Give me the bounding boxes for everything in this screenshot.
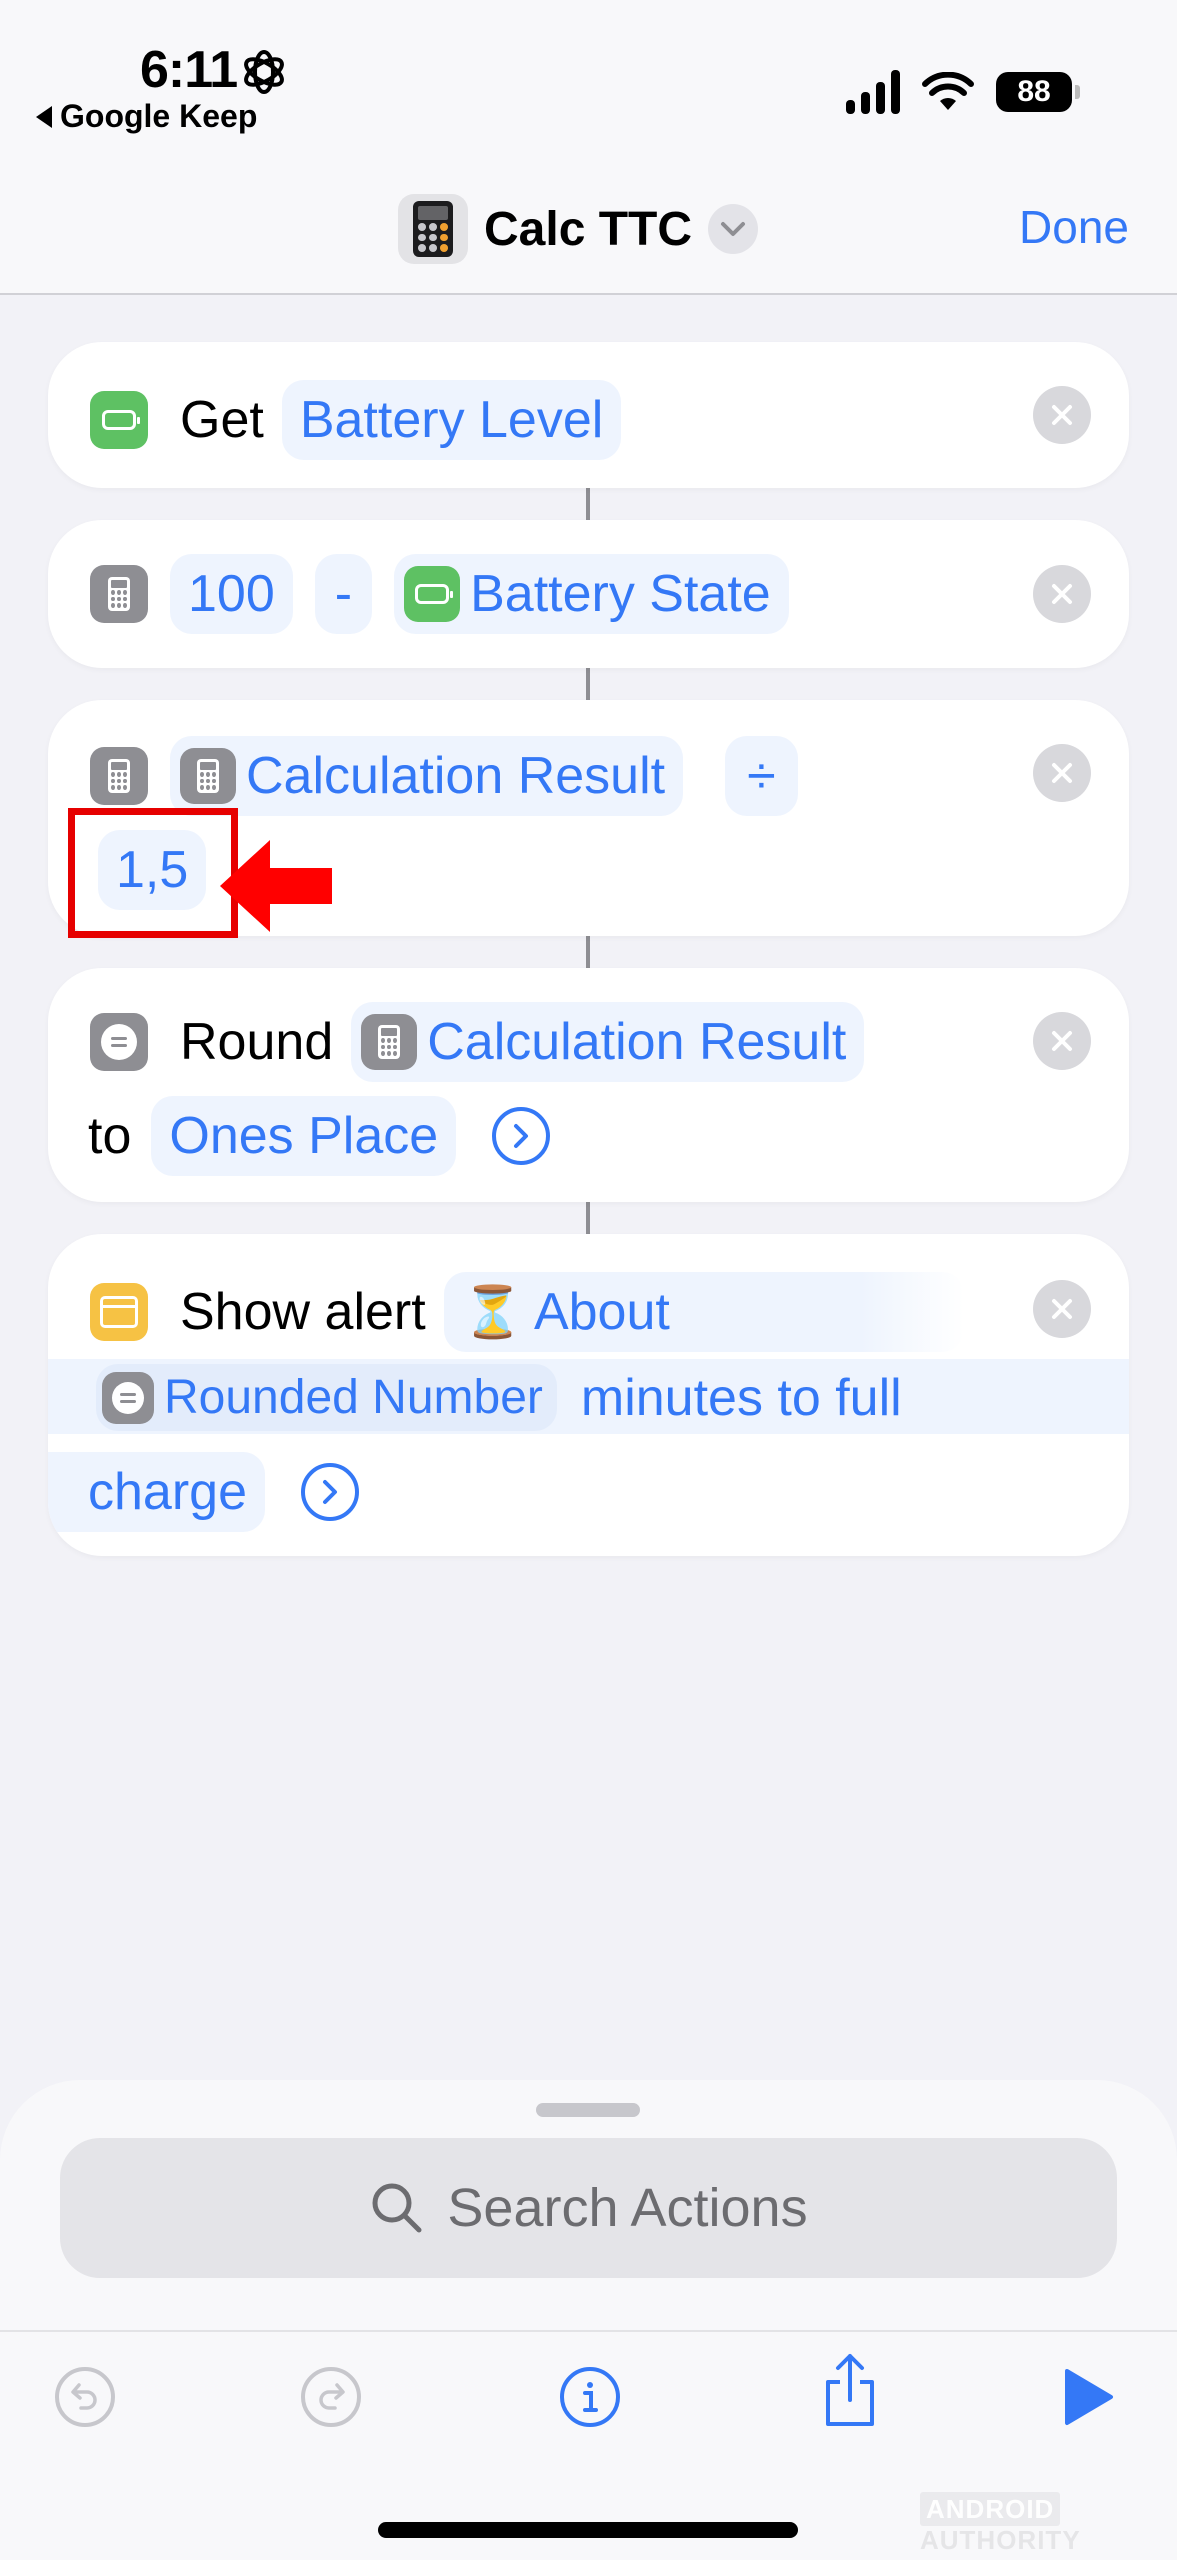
share-button[interactable] — [815, 2354, 885, 2426]
sheet-grabber[interactable] — [536, 2103, 640, 2117]
home-indicator[interactable] — [378, 2522, 798, 2538]
redo-button[interactable] — [296, 2362, 366, 2432]
search-icon — [372, 2183, 422, 2233]
shortcut-title-menu[interactable]: Calc TTC — [398, 194, 759, 264]
close-icon — [1052, 584, 1072, 604]
undo-icon — [55, 2367, 115, 2427]
alert-action-icon — [90, 1283, 148, 1341]
watermark: ANDROID AUTHORITY — [920, 2492, 1177, 2556]
cellular-signal-icon — [846, 70, 900, 114]
calculator-variable-icon — [180, 748, 236, 804]
remove-action-button[interactable] — [1033, 1012, 1091, 1070]
round-variable-icon — [102, 1371, 154, 1424]
remove-action-button[interactable] — [1033, 386, 1091, 444]
rounded-number-variable[interactable]: Rounded Number — [96, 1364, 557, 1431]
expand-chevron-icon[interactable] — [301, 1463, 359, 1521]
status-time: 6:11 — [140, 41, 238, 99]
remove-action-button[interactable] — [1033, 565, 1091, 623]
chevron-down-icon[interactable] — [708, 204, 759, 254]
variable-label: Battery State — [470, 565, 771, 623]
back-app-label: Google Keep — [60, 98, 258, 134]
action-get-battery-level[interactable]: Get Battery Level — [48, 342, 1129, 488]
action-verb: Show alert — [180, 1283, 426, 1341]
flow-connector — [586, 936, 590, 968]
redo-icon — [301, 2367, 361, 2427]
back-triangle-icon — [36, 105, 52, 128]
watermark-part-2: AUTHORITY — [920, 2525, 1081, 2555]
round-input-variable[interactable]: Calculation Result — [351, 1002, 865, 1082]
remove-action-button[interactable] — [1033, 744, 1091, 802]
close-icon — [1052, 763, 1072, 783]
play-icon — [1065, 2369, 1113, 2425]
actions-bottom-sheet: Search Actions — [0, 2080, 1177, 2560]
focus-mode-icon — [244, 50, 284, 94]
close-icon — [1052, 1031, 1072, 1051]
battery-variable-icon — [404, 566, 461, 622]
operand-2-variable[interactable]: Battery State — [394, 554, 789, 634]
hourglass-emoji-icon: ⏳ — [461, 1283, 524, 1340]
operand-1-variable[interactable]: Calculation Result — [170, 736, 684, 816]
battery-action-icon — [90, 391, 148, 449]
alert-message-field[interactable]: ⏳ About — [443, 1272, 964, 1352]
round-action-icon — [90, 1013, 148, 1071]
variable-label: Rounded Number — [164, 1371, 543, 1424]
action-verb: Round — [180, 1013, 334, 1071]
undo-button[interactable] — [50, 2362, 120, 2432]
top-bar: 6:11 Google Keep 88 Calc TTC Done — [0, 0, 1177, 295]
connector-text: to — [88, 1107, 132, 1165]
watermark-part-1: ANDROID — [920, 2492, 1061, 2526]
alert-text-start: About — [533, 1283, 670, 1341]
operand-1-field[interactable]: 100 — [170, 554, 293, 634]
annotation-highlight-box — [68, 808, 238, 938]
action-show-alert[interactable]: Show alert ⏳ About Rounded Number minute… — [48, 1234, 1129, 1556]
flow-connector — [586, 488, 590, 520]
action-calculate-subtract[interactable]: 100 - Battery State — [48, 520, 1129, 668]
calculator-action-icon — [90, 565, 148, 623]
flow-connector — [586, 1202, 590, 1234]
variable-label: Calculation Result — [246, 747, 666, 805]
done-button[interactable]: Done — [1019, 200, 1129, 254]
annotation-arrow-icon — [220, 840, 332, 932]
search-placeholder: Search Actions — [447, 2178, 808, 2238]
close-icon — [1052, 405, 1072, 425]
back-to-app-button[interactable]: Google Keep — [36, 98, 257, 135]
alert-text-end[interactable]: charge — [48, 1452, 265, 1532]
operator-field[interactable]: ÷ — [725, 736, 798, 816]
shortcut-title: Calc TTC — [484, 202, 693, 256]
expand-chevron-icon[interactable] — [492, 1107, 551, 1165]
search-actions-input[interactable]: Search Actions — [60, 2138, 1117, 2278]
alert-text-mid: minutes to full — [580, 1368, 902, 1427]
remove-action-button[interactable] — [1033, 1280, 1091, 1338]
info-button[interactable] — [555, 2362, 625, 2432]
battery-indicator: 88 — [996, 72, 1080, 112]
battery-level-param[interactable]: Battery Level — [281, 380, 622, 460]
flow-connector — [586, 668, 590, 700]
action-verb: Get — [180, 391, 264, 449]
status-indicators: 88 — [846, 70, 1080, 114]
share-icon — [826, 2354, 874, 2426]
close-icon — [1052, 1299, 1072, 1319]
action-round-number[interactable]: Round Calculation Result to Ones Place — [48, 968, 1129, 1202]
wifi-icon — [922, 72, 974, 110]
round-place-option[interactable]: Ones Place — [151, 1096, 457, 1176]
run-button[interactable] — [1054, 2362, 1124, 2432]
calculator-variable-icon — [361, 1014, 418, 1070]
toolbar-divider — [0, 2330, 1177, 2332]
variable-label: Calculation Result — [427, 1013, 847, 1071]
info-icon — [560, 2367, 620, 2427]
calculator-action-icon — [90, 747, 148, 805]
operator-field[interactable]: - — [314, 554, 373, 634]
calculator-app-icon — [398, 194, 468, 264]
